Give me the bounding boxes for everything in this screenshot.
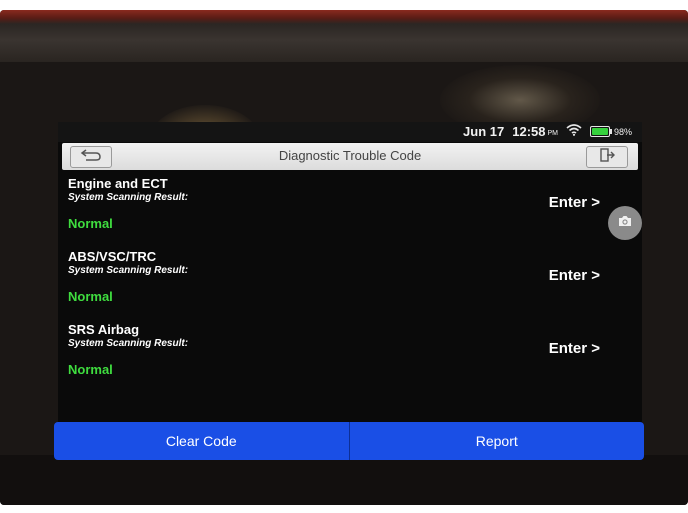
status-date: Jun 17 [463,124,505,139]
report-button[interactable]: Report [348,422,644,460]
status-ampm: PM [547,130,558,137]
battery-percent: 98% [613,126,632,137]
scan-result-label: System Scanning Result: [68,265,189,276]
status-bar: Jun 17 12:58 PM 98% [58,122,642,142]
device-bezel-top [0,10,688,62]
wifi-icon [566,124,582,139]
enter-button[interactable]: Enter > [549,267,600,284]
system-list: Engine and ECT System Scanning Result: N… [58,174,642,393]
title-bar: Diagnostic Trouble Code [62,143,638,170]
system-name: Engine and ECT [68,176,168,191]
enter-button[interactable]: Enter > [549,340,600,357]
system-item-srs[interactable]: SRS Airbag System Scanning Result: Norma… [58,320,642,393]
status-time: 12:58 [512,124,546,139]
scan-result-status: Normal [68,362,113,377]
system-name: ABS/VSC/TRC [68,249,157,264]
exit-button[interactable] [586,146,628,168]
system-item-engine[interactable]: Engine and ECT System Scanning Result: N… [58,174,642,247]
battery-icon [589,126,612,137]
device-bezel-bottom [0,455,688,505]
system-item-abs[interactable]: ABS/VSC/TRC System Scanning Result: Norm… [58,247,642,320]
scan-result-label: System Scanning Result: [68,192,189,203]
action-bar: Clear Code Report [54,422,644,462]
system-name: SRS Airbag [68,322,140,337]
screenshot-button[interactable] [608,206,642,240]
enter-button[interactable]: Enter > [549,194,600,211]
scan-result-status: Normal [68,289,113,304]
page-title: Diagnostic Trouble Code [278,148,422,163]
scan-result-label: System Scanning Result: [68,338,189,349]
exit-icon [599,147,615,167]
scan-result-status: Normal [68,216,113,231]
camera-icon [617,214,633,233]
app-screen: Jun 17 12:58 PM 98% Diagnostic Trouble C… [54,122,644,460]
clear-code-button[interactable]: Clear Code [54,422,349,460]
device-frame: Jun 17 12:58 PM 98% Diagnostic Trouble C… [0,10,688,505]
